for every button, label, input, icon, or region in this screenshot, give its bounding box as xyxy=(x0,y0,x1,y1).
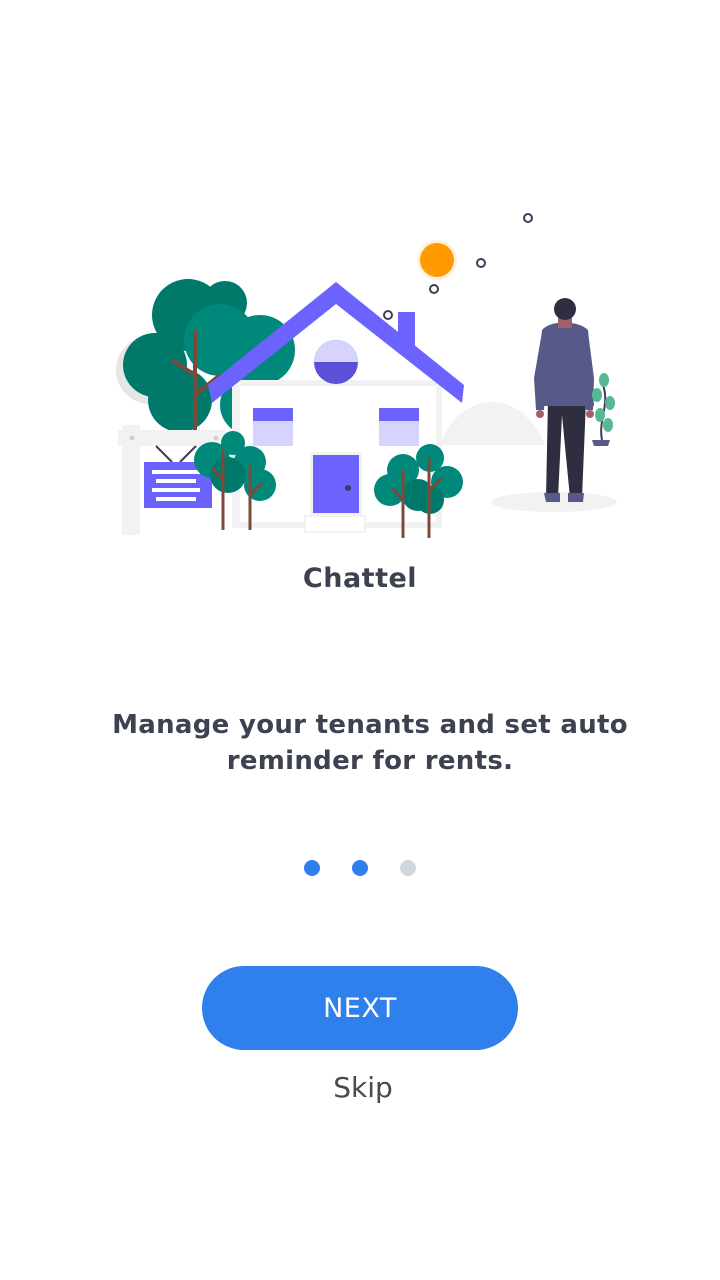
page-dot-3[interactable] xyxy=(400,860,416,876)
decor-circle xyxy=(476,258,486,268)
decor-circle xyxy=(429,284,439,294)
page-dot-1[interactable] xyxy=(304,860,320,876)
person-icon xyxy=(534,298,594,502)
next-button[interactable]: NEXT xyxy=(202,966,518,1050)
house-illustration xyxy=(116,213,617,538)
onboarding-screen: Chattel Manage your tenants and set auto… xyxy=(0,0,720,1280)
skip-link[interactable]: Skip xyxy=(0,1071,720,1104)
decor-circle xyxy=(523,213,533,223)
plant-icon xyxy=(592,373,615,446)
for-sale-sign-icon xyxy=(118,425,226,535)
page-dot-2[interactable] xyxy=(352,860,368,876)
app-title: Chattel xyxy=(302,563,418,594)
decor-circle xyxy=(383,310,393,320)
page-indicator xyxy=(0,860,720,876)
onboarding-description: Manage your tenants and set auto reminde… xyxy=(112,710,628,776)
